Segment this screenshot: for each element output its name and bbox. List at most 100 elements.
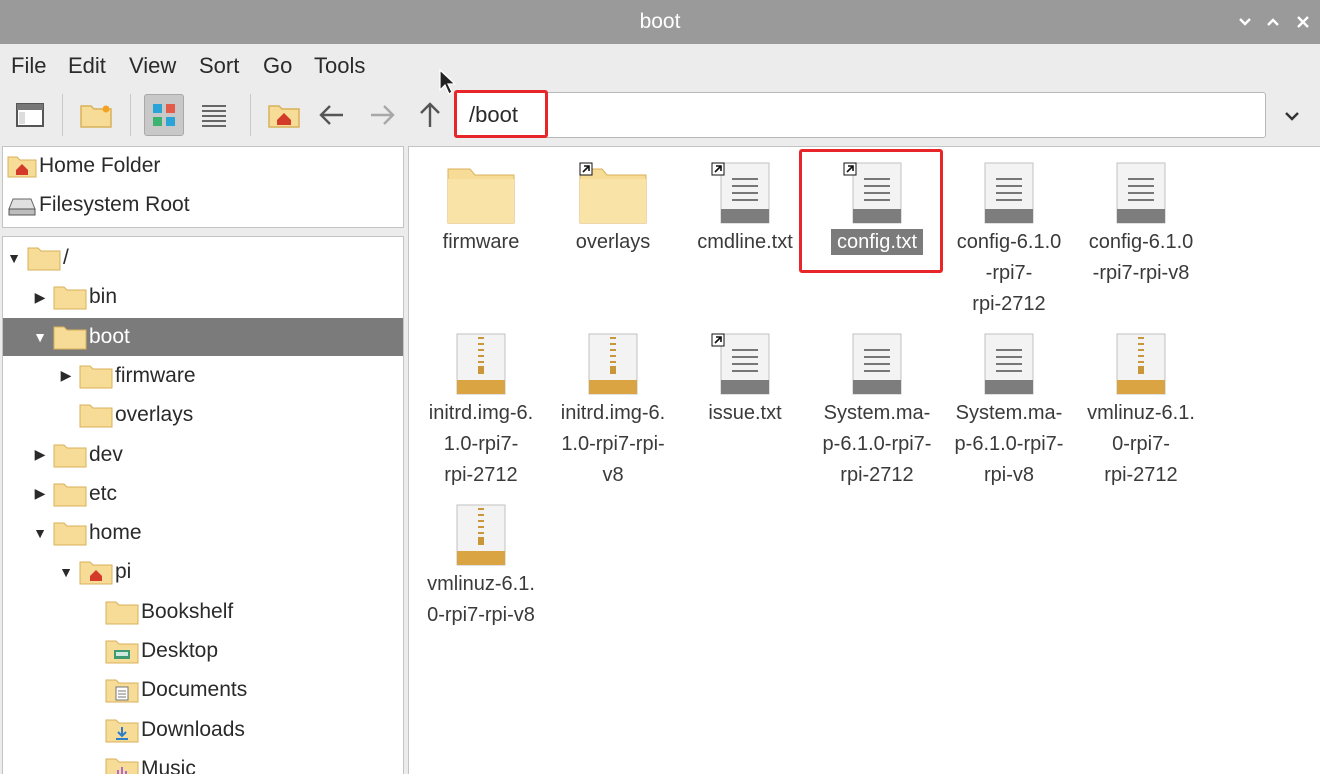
expander-closed-icon[interactable]: ▶ — [31, 485, 49, 503]
tree-row-firmware[interactable]: ▶ firmware — [3, 357, 403, 395]
menu-tools[interactable]: Tools — [314, 53, 365, 79]
folder-icon — [447, 168, 515, 224]
file-item[interactable]: firmware — [415, 155, 547, 315]
file-item[interactable]: config-6.1.0 -rpi7- rpi-2712 — [943, 155, 1075, 315]
menu-sort[interactable]: Sort — [199, 53, 239, 79]
tree-row-home[interactable]: ▼ home — [3, 514, 403, 552]
expander-closed-icon[interactable]: ▶ — [31, 288, 49, 306]
back-button[interactable] — [312, 94, 352, 136]
archive-file-icon — [456, 504, 506, 566]
file-item[interactable]: overlays — [547, 155, 679, 315]
folder-icon — [53, 522, 87, 546]
path-bar[interactable] — [454, 92, 1266, 138]
menu-view[interactable]: View — [129, 53, 176, 79]
expander-open-icon[interactable]: ▼ — [57, 563, 75, 581]
file-label-line: 1.0-rpi7-rpi- — [561, 433, 665, 455]
file-item[interactable]: System.ma-p-6.1.0-rpi7- rpi-v8 — [943, 326, 1075, 486]
file-item[interactable]: config-6.1.0 -rpi7-rpi-v8 — [1075, 155, 1207, 315]
menu-file[interactable]: File — [11, 53, 46, 79]
tree-row-label: overlays — [115, 403, 194, 427]
file-item-label: firmware — [415, 227, 547, 258]
tree-row-boot[interactable]: ▼ boot — [3, 317, 403, 356]
list-view-button[interactable] — [194, 94, 234, 136]
tree-row-dev[interactable]: ▶ dev — [3, 436, 403, 474]
file-item[interactable]: issue.txt — [679, 326, 811, 486]
menu-go[interactable]: Go — [263, 53, 292, 79]
file-item-label: issue.txt — [679, 398, 811, 429]
expander-open-icon[interactable]: ▼ — [31, 328, 49, 346]
place-label: Home Folder — [39, 154, 161, 177]
folder-icon — [105, 601, 139, 625]
file-label-line: v8 — [602, 464, 624, 486]
tree-row-music[interactable]: Music — [3, 750, 403, 774]
tree-row-etc[interactable]: ▶ etc — [3, 475, 403, 513]
file-label-line: 0-rpi7-rpi-v8 — [427, 604, 535, 626]
text-file-icon — [711, 162, 770, 224]
tree-row-icon — [105, 599, 139, 625]
file-label-line: config.txt — [830, 229, 924, 255]
minimize-button[interactable] — [1232, 8, 1258, 36]
tree-row-overlays[interactable]: overlays — [3, 396, 403, 434]
file-label-line: initrd.img-6. — [428, 402, 534, 424]
text-file-icon — [984, 333, 1034, 395]
file-item[interactable]: config.txt — [811, 155, 943, 315]
tree-row-pi[interactable]: ▼ pi — [3, 553, 403, 591]
file-item[interactable]: cmdline.txt — [679, 155, 811, 315]
path-input[interactable] — [469, 101, 1229, 129]
file-item[interactable]: initrd.img-6. 1.0-rpi7-rpi-v8 — [547, 326, 679, 486]
file-item[interactable]: vmlinuz-6.1. 0-rpi7- rpi-2712 — [1075, 326, 1207, 486]
up-button[interactable] — [410, 94, 450, 136]
file-item-icon — [679, 155, 811, 225]
tree-row-bin[interactable]: ▶ bin — [3, 278, 403, 316]
chevron-down-icon — [1239, 18, 1251, 26]
path-history-button[interactable] — [1272, 98, 1312, 134]
file-item[interactable]: System.ma-p-6.1.0-rpi7- rpi-2712 — [811, 326, 943, 486]
folder-icon — [79, 365, 113, 389]
up-arrow-icon — [420, 102, 440, 127]
new-window-button[interactable] — [10, 94, 50, 136]
file-manager-window: boot File Edit View Sort Go Tools /boot … — [0, 0, 1320, 774]
back-arrow-icon — [319, 105, 343, 125]
forward-button[interactable] — [362, 94, 402, 136]
close-button[interactable] — [1290, 8, 1316, 36]
file-item-icon — [679, 326, 811, 396]
expander-open-icon[interactable]: ▼ — [5, 249, 23, 267]
file-item-icon — [811, 155, 943, 225]
desktop-folder-icon — [105, 640, 139, 664]
expander-closed-icon[interactable]: ▶ — [31, 446, 49, 464]
menu-edit[interactable]: Edit — [68, 53, 106, 79]
file-label-line: config-6.1.0 — [1088, 231, 1194, 253]
folder-icon — [53, 286, 87, 310]
icon-view-button[interactable] — [144, 94, 184, 136]
tree-row-icon — [53, 442, 87, 468]
file-item-label: vmlinuz-6.1. 0-rpi7- rpi-2712 — [1075, 398, 1207, 491]
tree-row-documents[interactable]: Documents — [3, 671, 403, 709]
text-file-icon — [852, 333, 902, 395]
file-item-icon — [1075, 326, 1207, 396]
file-item[interactable]: vmlinuz-6.1. 0-rpi7-rpi-v8 — [415, 497, 547, 657]
folder-icon — [53, 444, 87, 467]
maximize-button[interactable] — [1260, 8, 1286, 36]
tree-row-desktop[interactable]: Desktop — [3, 632, 403, 670]
tree-row-icon — [105, 756, 139, 774]
file-grid: firmware overlays cmdline.txt config.txt con… — [408, 146, 1320, 774]
file-item-icon — [943, 155, 1075, 225]
tree-row-label: / — [63, 246, 69, 269]
file-label-line: overlays — [575, 231, 651, 253]
file-item[interactable]: initrd.img-6. 1.0-rpi7- rpi-2712 — [415, 326, 547, 486]
tree-row-bookshelf[interactable]: Bookshelf — [3, 593, 403, 631]
file-label-line: System.ma- — [955, 402, 1063, 424]
new-folder-button[interactable] — [76, 94, 116, 136]
place-filesystem-root[interactable]: Filesystem Root — [5, 187, 190, 223]
expander-open-icon[interactable]: ▼ — [31, 524, 49, 542]
tree-row-downloads[interactable]: Downloads — [3, 711, 403, 749]
tree-row-root[interactable]: ▼ / — [3, 239, 403, 277]
tree-row-label: Music — [141, 756, 196, 774]
place-home-folder[interactable]: Home Folder — [5, 148, 160, 184]
file-label-line: vmlinuz-6.1. — [1087, 402, 1195, 424]
home-button[interactable] — [264, 94, 304, 136]
expander-closed-icon[interactable]: ▶ — [57, 367, 75, 385]
